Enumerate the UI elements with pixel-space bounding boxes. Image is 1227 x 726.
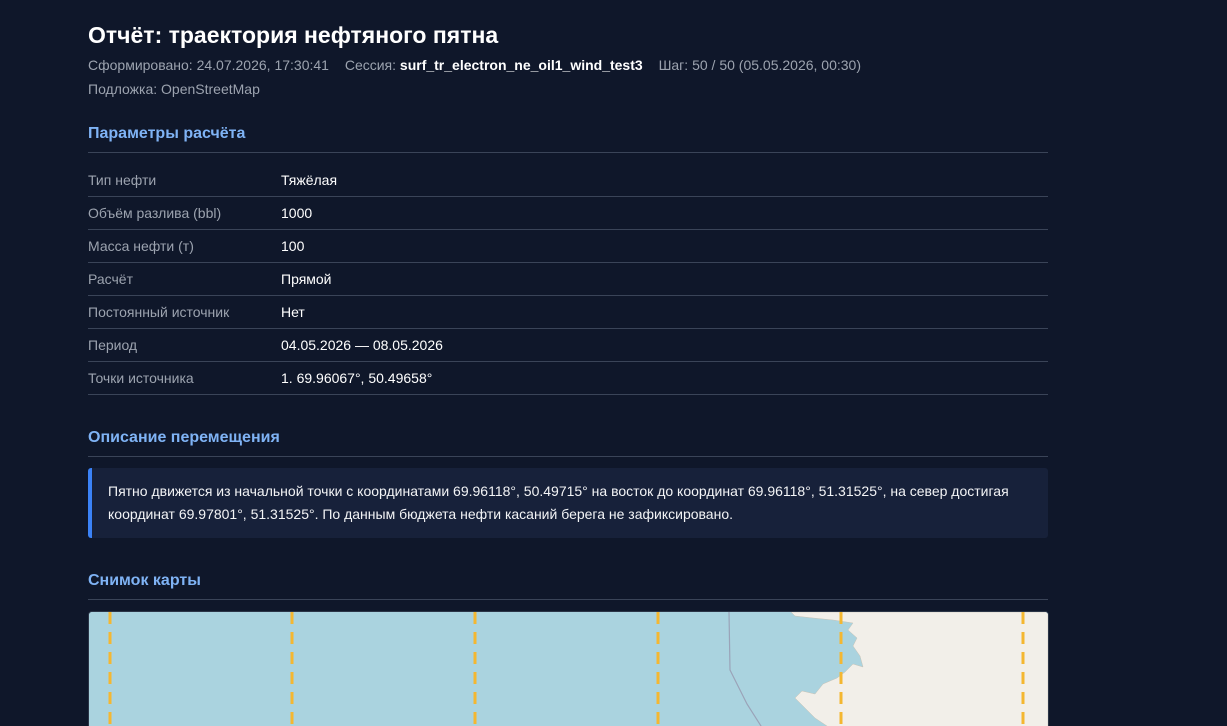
table-row: Расчёт Прямой <box>88 263 1048 296</box>
param-value: 100 <box>281 238 305 254</box>
param-key: Постоянный источник <box>88 304 230 320</box>
param-key: Масса нефти (т) <box>88 238 194 254</box>
param-value: 1. 69.96067°, 50.49658° <box>281 370 433 386</box>
table-row: Точки источника 1. 69.96067°, 50.49658° <box>88 362 1048 395</box>
generated-value: 24.07.2026, 17:30:41 <box>196 57 329 73</box>
map-section-title: Снимок карты <box>88 571 1048 600</box>
report-meta: Сформировано: 24.07.2026, 17:30:41 Сесси… <box>88 56 861 74</box>
basemap-value: OpenStreetMap <box>161 81 260 97</box>
param-key: Точки источника <box>88 370 194 386</box>
session-value: surf_tr_electron_ne_oil1_wind_test3 <box>399 57 643 73</box>
param-value: Нет <box>281 304 305 320</box>
param-value: Тяжёлая <box>281 172 338 188</box>
step-value: 50 / 50 (05.05.2026, 00:30) <box>692 57 861 73</box>
params-table: Тип нефти Тяжёлая Объём разлива (bbl) 10… <box>88 164 1048 395</box>
table-row: Период 04.05.2026 — 08.05.2026 <box>88 329 1048 362</box>
params-section-title: Параметры расчёта <box>88 124 1048 153</box>
table-row: Объём разлива (bbl) 1000 <box>88 197 1048 230</box>
param-key: Тип нефти <box>88 172 157 188</box>
generated-label: Сформировано: <box>88 57 193 73</box>
description-section-title: Описание перемещения <box>88 428 1048 457</box>
report-page: Отчёт: траектория нефтяного пятна Сформи… <box>0 0 1227 726</box>
step-label: Шаг: <box>658 57 689 73</box>
param-value: Прямой <box>281 271 332 287</box>
map-snapshot[interactable] <box>88 611 1049 726</box>
param-key: Расчёт <box>88 271 133 287</box>
param-value: 04.05.2026 — 08.05.2026 <box>281 337 443 353</box>
table-row: Постоянный источник Нет <box>88 296 1048 329</box>
param-key: Объём разлива (bbl) <box>88 205 222 221</box>
table-row: Тип нефти Тяжёлая <box>88 164 1048 197</box>
param-value: 1000 <box>281 205 313 221</box>
param-key: Период <box>88 337 138 353</box>
session-label: Сессия: <box>344 57 397 73</box>
movement-description: Пятно движется из начальной точки с коор… <box>88 468 1048 538</box>
basemap-label: Подложка: <box>88 81 158 97</box>
basemap-meta: Подложка: OpenStreetMap <box>88 80 260 98</box>
page-title: Отчёт: траектория нефтяного пятна <box>88 22 499 48</box>
table-row: Масса нефти (т) 100 <box>88 230 1048 263</box>
map-image <box>89 612 1048 726</box>
